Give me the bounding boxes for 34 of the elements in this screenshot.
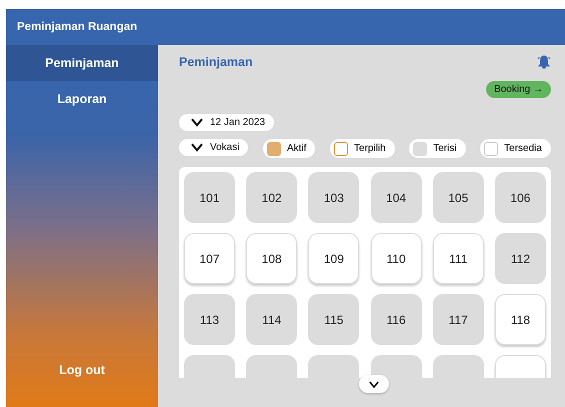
room-tile[interactable]: 106: [494, 172, 546, 223]
room-tile[interactable]: 107: [184, 233, 235, 284]
legend-item: Tersedia: [480, 139, 551, 158]
booking-button[interactable]: Booking →: [486, 81, 551, 98]
legend-item: Terpilih: [330, 139, 395, 158]
chevron-down-icon: [368, 380, 378, 388]
date-dropdown[interactable]: 12 Jan 2023: [179, 114, 274, 131]
room-tile[interactable]: 110: [370, 233, 422, 284]
room-tile[interactable]: 103: [308, 172, 360, 223]
legend-item: Aktif: [263, 139, 316, 158]
page-title: Peminjaman: [179, 55, 253, 69]
room-tile[interactable]: 114: [246, 294, 298, 345]
scroll-down-button[interactable]: [358, 375, 388, 393]
sidebar-item[interactable]: Peminjaman: [6, 45, 158, 81]
room-tile[interactable]: 117: [432, 294, 484, 345]
legend-item: Terisi: [409, 139, 466, 158]
sidebar-item[interactable]: Laporan: [6, 81, 158, 117]
app-title: Peminjaman Ruangan: [17, 21, 138, 33]
category-dropdown[interactable]: Vokasi: [179, 139, 248, 156]
chevron-down-icon: [191, 118, 203, 127]
room-tile[interactable]: 108: [246, 233, 298, 284]
room-tile[interactable]: 113: [184, 294, 235, 345]
chevron-down-icon: [191, 143, 203, 152]
room-tile[interactable]: 111: [432, 233, 484, 284]
bell-icon[interactable]: [537, 55, 551, 69]
room-tile[interactable]: 105: [432, 172, 484, 223]
room-tile[interactable]: 118: [494, 294, 546, 345]
room-tile[interactable]: 101: [184, 172, 235, 223]
room-tile[interactable]: 102: [246, 172, 298, 223]
room-tile[interactable]: 109: [308, 233, 360, 284]
room-tile[interactable]: 112: [494, 233, 546, 284]
room-tile[interactable]: 116: [370, 294, 422, 345]
room-tile[interactable]: 115: [308, 294, 360, 345]
room-tile[interactable]: 104: [370, 172, 422, 223]
